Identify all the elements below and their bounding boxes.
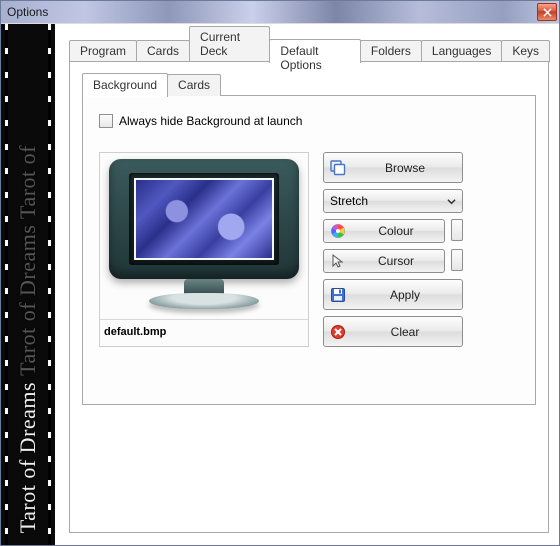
inner-tab-row: Background Cards bbox=[82, 74, 536, 96]
background-panel: Always hide Background at launch bbox=[82, 95, 536, 405]
tab-cards[interactable]: Cards bbox=[136, 40, 190, 62]
colour-wheel-icon bbox=[330, 223, 346, 239]
clear-label: Clear bbox=[354, 325, 456, 339]
background-preview-box: default.bmp bbox=[99, 152, 309, 347]
save-icon bbox=[330, 287, 346, 303]
tab-current-deck[interactable]: Current Deck bbox=[189, 26, 270, 62]
hide-background-checkbox[interactable] bbox=[99, 114, 113, 128]
side-branding-text: Tarot of Dreams Tarot of Dreams Tarot of bbox=[15, 145, 41, 533]
hide-background-label: Always hide Background at launch bbox=[119, 114, 302, 128]
tab-keys[interactable]: Keys bbox=[501, 40, 550, 62]
window-body: Tarot of Dreams Tarot of Dreams Tarot of… bbox=[1, 23, 559, 545]
chevron-down-icon bbox=[447, 197, 456, 206]
browse-icon bbox=[330, 160, 346, 176]
clear-icon bbox=[330, 324, 346, 340]
inner-tab-background[interactable]: Background bbox=[82, 73, 168, 97]
tab-program[interactable]: Program bbox=[69, 40, 137, 62]
hide-background-row[interactable]: Always hide Background at launch bbox=[99, 114, 519, 128]
main-tab-panel: Background Cards Always hide Background … bbox=[69, 61, 549, 533]
tab-default-options[interactable]: Default Options bbox=[269, 39, 360, 63]
options-window: Options Tarot of Dreams Tarot of Dreams … bbox=[0, 0, 560, 546]
side-branding-strip: Tarot of Dreams Tarot of Dreams Tarot of bbox=[1, 24, 55, 545]
colour-swatch[interactable] bbox=[451, 219, 463, 241]
close-icon bbox=[543, 8, 552, 17]
cursor-swatch[interactable] bbox=[451, 249, 463, 271]
browse-label: Browse bbox=[354, 161, 456, 175]
colour-label: Colour bbox=[354, 224, 438, 238]
close-button[interactable] bbox=[537, 3, 557, 21]
monitor-icon bbox=[109, 159, 299, 309]
side-branding-dim: Tarot of Dreams Tarot of bbox=[15, 145, 40, 376]
background-filename: default.bmp bbox=[100, 319, 308, 340]
content-area: Program Cards Current Deck Default Optio… bbox=[55, 24, 559, 545]
tab-folders[interactable]: Folders bbox=[360, 40, 422, 62]
clear-button[interactable]: Clear bbox=[323, 316, 463, 347]
background-preview bbox=[134, 178, 274, 260]
cursor-icon bbox=[330, 253, 346, 269]
side-branding-bright: Tarot of Dreams bbox=[15, 382, 40, 533]
inner-tab-cards[interactable]: Cards bbox=[167, 74, 221, 96]
background-controls: Browse Stretch bbox=[323, 152, 463, 347]
scale-mode-value: Stretch bbox=[330, 194, 368, 208]
window-title: Options bbox=[7, 5, 48, 19]
titlebar[interactable]: Options bbox=[1, 1, 559, 23]
tab-languages[interactable]: Languages bbox=[421, 40, 502, 62]
cursor-button[interactable]: Cursor bbox=[323, 249, 445, 273]
main-tab-row: Program Cards Current Deck Default Optio… bbox=[69, 38, 549, 62]
browse-button[interactable]: Browse bbox=[323, 152, 463, 183]
colour-button[interactable]: Colour bbox=[323, 219, 445, 243]
apply-button[interactable]: Apply bbox=[323, 279, 463, 310]
apply-label: Apply bbox=[354, 288, 456, 302]
cursor-label: Cursor bbox=[354, 254, 438, 268]
scale-mode-select[interactable]: Stretch bbox=[323, 189, 463, 213]
